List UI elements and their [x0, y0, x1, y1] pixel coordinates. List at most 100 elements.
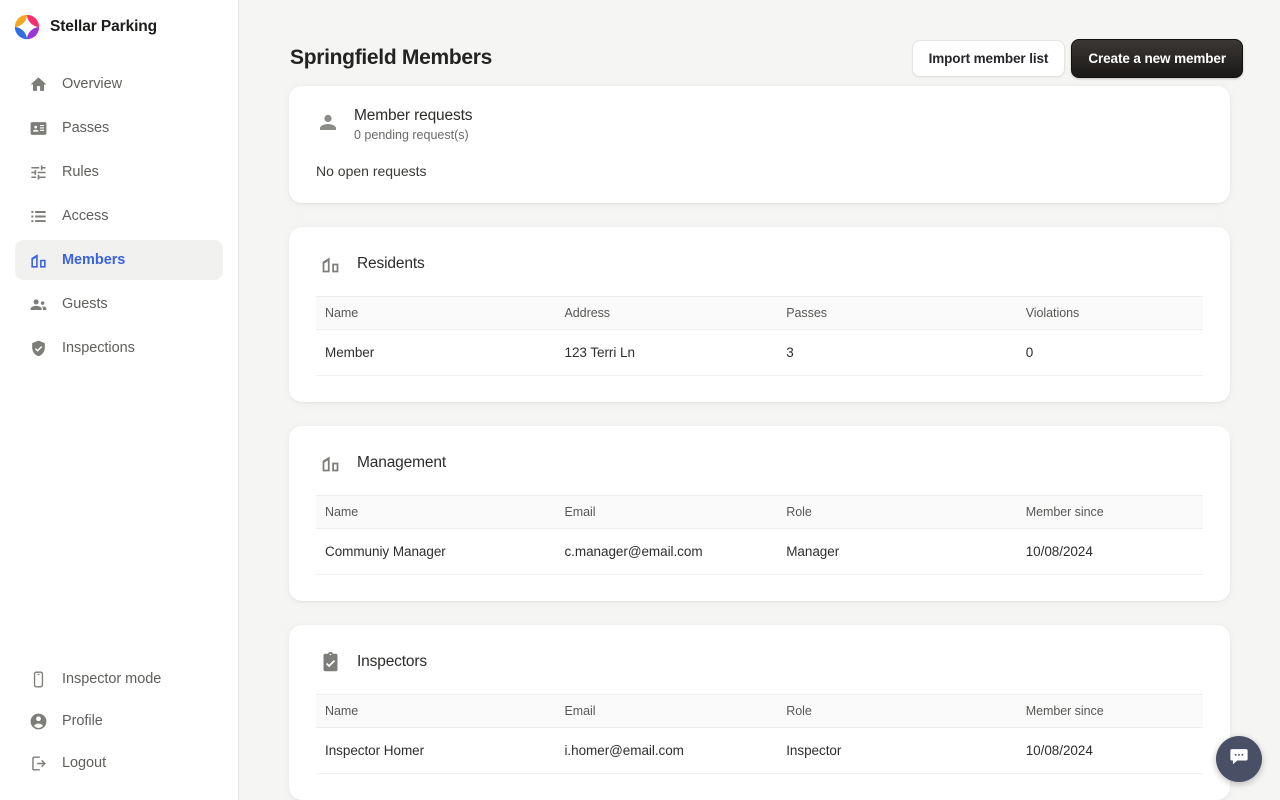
- apartment-icon: [319, 253, 341, 275]
- sidebar-item-label: Rules: [62, 164, 99, 180]
- cell-passes: 3: [777, 329, 1017, 376]
- member-requests-header: Member requests 0 pending request(s): [316, 107, 1203, 142]
- sidebar-item-access[interactable]: Access: [15, 196, 223, 236]
- cell-name: Member: [316, 329, 556, 376]
- assignment-turned-in-icon: [319, 651, 341, 673]
- table-head: Name Email Role Member since: [316, 495, 1203, 529]
- sidebar-item-label: Profile: [62, 713, 103, 729]
- cell-name: Communiy Manager: [316, 528, 556, 575]
- sidebar-item-label: Inspector mode: [62, 671, 162, 687]
- header-actions: Import member list Create a new member: [911, 38, 1243, 78]
- table-header-row: Name Email Role Member since: [316, 495, 1203, 529]
- brand-name: Stellar Parking: [50, 18, 158, 35]
- sidebar-item-overview[interactable]: Overview: [15, 64, 223, 104]
- apartment-icon: [319, 452, 341, 474]
- column-header-address: Address: [555, 296, 778, 330]
- column-header-name: Name: [316, 694, 556, 728]
- sidebar: Stellar Parking Overview Passes Rules Ac…: [0, 0, 239, 800]
- table-row[interactable]: Member 123 Terri Ln 3 0: [316, 329, 1203, 376]
- table-header-row: Name Address Passes Violations: [316, 296, 1203, 330]
- column-header-member-since: Member since: [1016, 694, 1203, 728]
- sidebar-item-label: Members: [62, 252, 126, 268]
- column-header-email: Email: [555, 495, 778, 529]
- table-row[interactable]: Communiy Manager c.manager@email.com Man…: [316, 528, 1203, 575]
- residents-table: Name Address Passes Violations Member 12…: [316, 296, 1203, 376]
- cell-name: Inspector Homer: [316, 727, 556, 774]
- tune-icon: [28, 162, 48, 182]
- member-requests-text: Member requests 0 pending request(s): [354, 107, 473, 142]
- column-header-role: Role: [777, 495, 1017, 529]
- table-header-row: Name Email Role Member since: [316, 694, 1203, 728]
- column-header-email: Email: [555, 694, 778, 728]
- table-body: Inspector Homer i.homer@email.com Inspec…: [316, 727, 1203, 774]
- app-root: Stellar Parking Overview Passes Rules Ac…: [0, 0, 1280, 800]
- section-title: Inspectors: [357, 653, 428, 670]
- inspectors-card: Inspectors Name Email Role Member since: [289, 625, 1230, 800]
- sidebar-item-label: Passes: [62, 120, 110, 136]
- content-area: Member requests 0 pending request(s) No …: [239, 86, 1280, 800]
- page-title: Springfield Members: [290, 46, 493, 69]
- sidebar-item-label: Logout: [62, 755, 107, 771]
- sidebar-primary-nav: Overview Passes Rules Access Members Gue…: [0, 60, 238, 372]
- cell-email: i.homer@email.com: [555, 727, 778, 774]
- member-requests-title: Member requests: [354, 107, 473, 124]
- column-header-violations: Violations: [1016, 296, 1203, 330]
- logout-icon: [28, 753, 48, 773]
- column-header-role: Role: [777, 694, 1017, 728]
- sidebar-item-label: Inspections: [62, 340, 135, 356]
- apartment-icon: [28, 250, 48, 270]
- home-icon: [28, 74, 48, 94]
- import-member-list-button[interactable]: Import member list: [911, 39, 1066, 77]
- cell-address: 123 Terri Ln: [555, 329, 778, 376]
- column-header-name: Name: [316, 296, 556, 330]
- badge-icon: [28, 118, 48, 138]
- people-icon: [28, 294, 48, 314]
- table-head: Name Email Role Member since: [316, 694, 1203, 728]
- phone-icon: [28, 669, 48, 689]
- sidebar-item-inspector-mode[interactable]: Inspector mode: [15, 660, 223, 698]
- account-circle-icon: [28, 711, 48, 731]
- section-title: Management: [357, 454, 446, 471]
- cell-member-since: 10/08/2024: [1016, 727, 1203, 774]
- cell-role: Manager: [777, 528, 1017, 575]
- member-requests-empty-state: No open requests: [316, 163, 427, 179]
- management-header: Management: [316, 448, 1203, 474]
- sidebar-item-label: Access: [62, 208, 109, 224]
- sidebar-item-inspections[interactable]: Inspections: [15, 328, 223, 368]
- brand[interactable]: Stellar Parking: [0, 0, 238, 54]
- column-header-name: Name: [316, 495, 556, 529]
- cell-member-since: 10/08/2024: [1016, 528, 1203, 575]
- column-header-passes: Passes: [777, 296, 1017, 330]
- inspectors-header: Inspectors: [316, 647, 1203, 673]
- sidebar-item-label: Overview: [62, 76, 123, 92]
- sidebar-secondary-nav: Inspector mode Profile Logout: [0, 656, 238, 800]
- residents-header: Residents: [316, 249, 1203, 275]
- table-body: Communiy Manager c.manager@email.com Man…: [316, 528, 1203, 575]
- table-row[interactable]: Inspector Homer i.homer@email.com Inspec…: [316, 727, 1203, 774]
- management-card: Management Name Email Role Member since: [289, 426, 1230, 601]
- member-requests-card: Member requests 0 pending request(s) No …: [289, 86, 1230, 203]
- list-icon: [28, 206, 48, 226]
- main-content: Springfield Members Import member list C…: [239, 0, 1280, 800]
- table-body: Member 123 Terri Ln 3 0: [316, 329, 1203, 376]
- cell-role: Inspector: [777, 727, 1017, 774]
- table-head: Name Address Passes Violations: [316, 296, 1203, 330]
- stellar-pinwheel-logo-icon: [14, 14, 40, 40]
- chat-support-button[interactable]: [1216, 736, 1262, 782]
- sidebar-item-logout[interactable]: Logout: [15, 744, 223, 782]
- sidebar-item-profile[interactable]: Profile: [15, 702, 223, 740]
- sidebar-item-members[interactable]: Members: [15, 240, 223, 280]
- shield-check-icon: [28, 338, 48, 358]
- inspectors-table: Name Email Role Member since Inspector H…: [316, 694, 1203, 774]
- management-table: Name Email Role Member since Communiy Ma…: [316, 495, 1203, 575]
- sidebar-item-passes[interactable]: Passes: [15, 108, 223, 148]
- sidebar-item-rules[interactable]: Rules: [15, 152, 223, 192]
- person-icon: [316, 110, 340, 134]
- chat-bubble-icon: [1228, 746, 1250, 773]
- cell-email: c.manager@email.com: [555, 528, 778, 575]
- sidebar-item-label: Guests: [62, 296, 108, 312]
- sidebar-item-guests[interactable]: Guests: [15, 284, 223, 324]
- member-requests-subtitle: 0 pending request(s): [354, 128, 469, 142]
- create-new-member-button[interactable]: Create a new member: [1071, 38, 1243, 78]
- column-header-member-since: Member since: [1016, 495, 1203, 529]
